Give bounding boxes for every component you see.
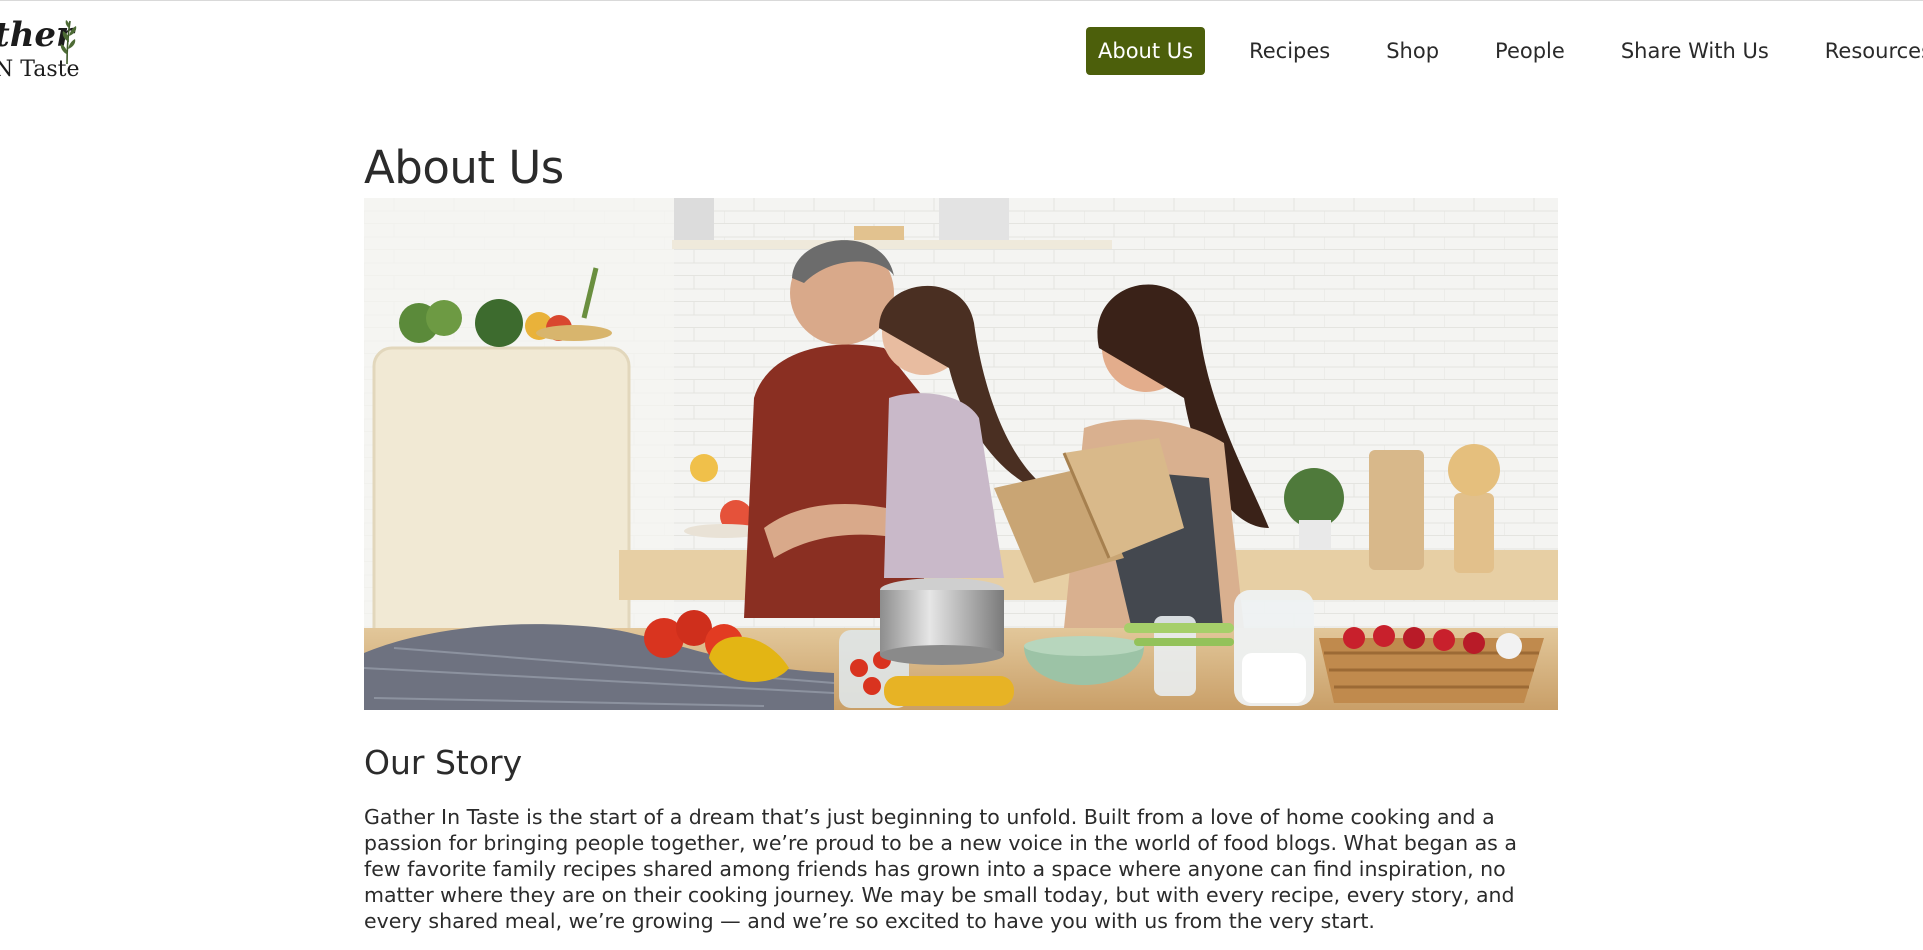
nav-recipes[interactable]: Recipes: [1237, 27, 1342, 75]
main-nav: About Us Recipes Shop People Share With …: [1086, 26, 1923, 76]
nav-about-us[interactable]: About Us: [1086, 27, 1206, 75]
nav-resources[interactable]: Resources: [1813, 27, 1923, 75]
logo-wordmark-bottom: N Taste: [0, 57, 80, 82]
family-cooking-photo-icon: [364, 198, 1558, 710]
page-title: About Us: [364, 141, 564, 194]
nav-people[interactable]: People: [1483, 27, 1577, 75]
site-header: ther N Taste About Us Recipes Shop Peopl…: [0, 1, 1923, 101]
section-heading-our-story: Our Story: [364, 743, 523, 782]
nav-shop[interactable]: Shop: [1374, 27, 1451, 75]
site-logo[interactable]: ther N Taste: [0, 15, 94, 87]
nav-share-with-us[interactable]: Share With Us: [1609, 27, 1781, 75]
hero-image: [364, 198, 1558, 710]
story-paragraph: Gather In Taste is the start of a dream …: [364, 805, 1517, 933]
